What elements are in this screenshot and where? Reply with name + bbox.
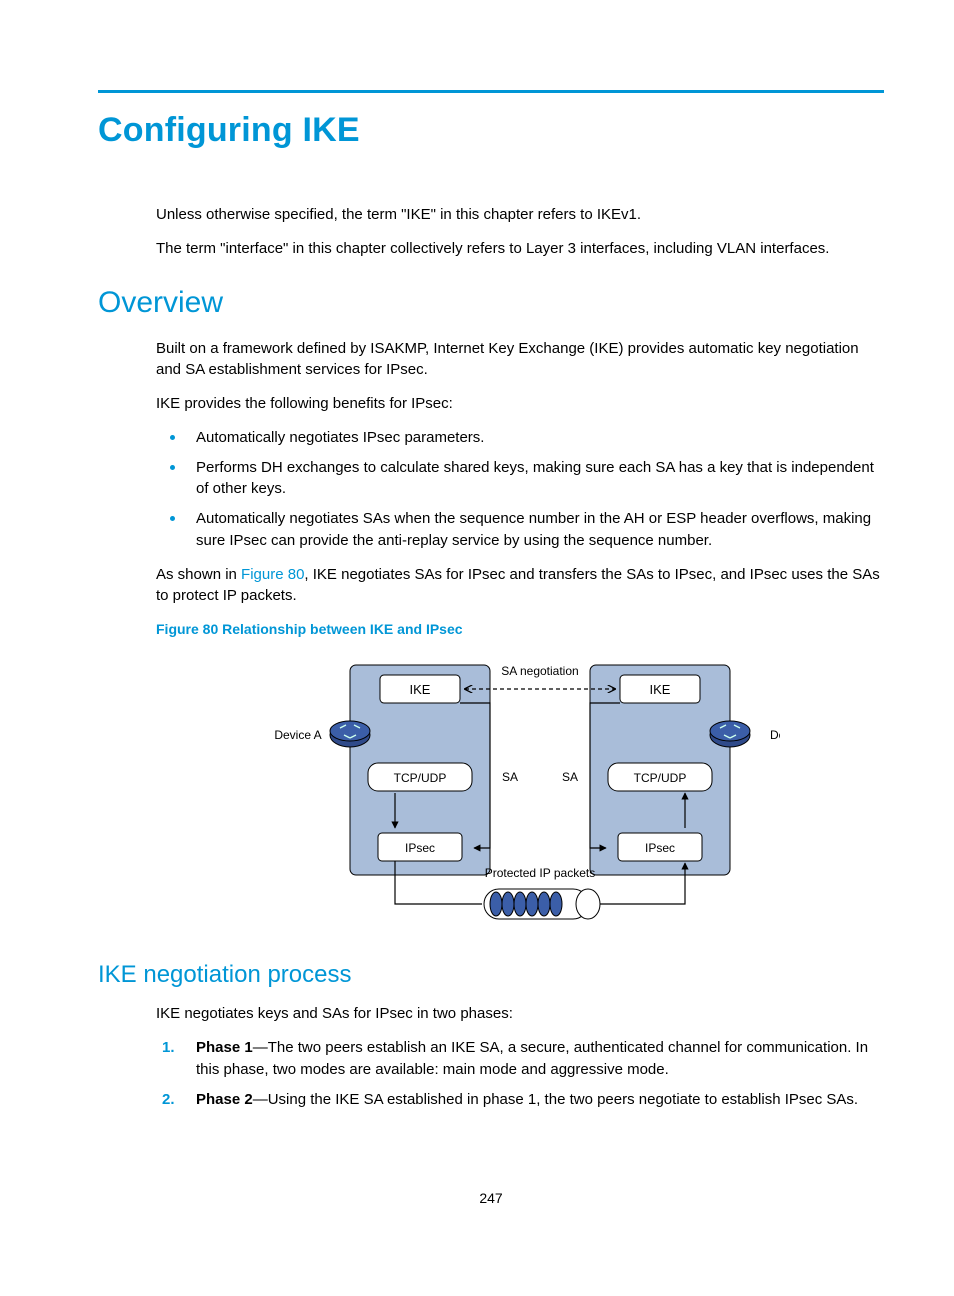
overview-bullet-3: Automatically negotiates SAs when the se… (156, 508, 884, 552)
overview-block: Built on a framework defined by ISAKMP, … (156, 338, 884, 934)
overview-paragraph-3: As shown in Figure 80, IKE negotiates SA… (156, 564, 884, 608)
chapter-title: Configuring IKE (98, 111, 884, 150)
chapter-rule (98, 90, 884, 93)
figure-caption: Figure 80 Relationship between IKE and I… (156, 619, 884, 639)
sa-label-left: SA (502, 770, 518, 784)
overview-bullet-1: Automatically negotiates IPsec parameter… (156, 427, 884, 449)
page-number: 247 (98, 1190, 884, 1206)
device-a-label: Device A (274, 728, 321, 742)
router-icon-right (710, 721, 750, 747)
ipsec-label-right: IPsec (645, 841, 675, 855)
phase-1-label: Phase 1 (196, 1039, 253, 1056)
negotiation-paragraph-1: IKE negotiates keys and SAs for IPsec in… (156, 1003, 884, 1025)
intro-block: Unless otherwise specified, the term "IK… (156, 204, 884, 260)
device-b-label: Device B (770, 728, 780, 742)
overview-heading: Overview (98, 286, 884, 320)
sa-label-right: SA (562, 770, 578, 784)
tcpudp-label-left: TCP/UDP (394, 771, 447, 785)
intro-paragraph-1: Unless otherwise specified, the term "IK… (156, 204, 884, 226)
tcpudp-label-right: TCP/UDP (634, 771, 687, 785)
document-page: Configuring IKE Unless otherwise specifi… (0, 0, 954, 1246)
ipsec-label-left: IPsec (405, 841, 435, 855)
ike-label-right: IKE (650, 682, 671, 697)
router-icon-left (330, 721, 370, 747)
overview-paragraph-1: Built on a framework defined by ISAKMP, … (156, 338, 884, 382)
overview-paragraph-2: IKE provides the following benefits for … (156, 393, 884, 415)
overview-bullet-list: Automatically negotiates IPsec parameter… (156, 427, 884, 552)
negotiation-phase-list: Phase 1—The two peers establish an IKE S… (156, 1037, 884, 1110)
phase-2-label: Phase 2 (196, 1091, 253, 1108)
negotiation-block: IKE negotiates keys and SAs for IPsec in… (156, 1003, 884, 1110)
negotiation-heading: IKE negotiation process (98, 961, 884, 989)
phase-1-text: —The two peers establish an IKE SA, a se… (196, 1039, 868, 1078)
overview-bullet-2: Performs DH exchanges to calculate share… (156, 457, 884, 501)
protected-packets-label: Protected IP packets (485, 866, 596, 880)
figure-80-diagram: IKE IKE SA negotiation Device A (156, 653, 884, 933)
phase-1-item: Phase 1—The two peers establish an IKE S… (156, 1037, 884, 1081)
figure-reference-link[interactable]: Figure 80 (241, 566, 304, 583)
phase-2-text: —Using the IKE SA established in phase 1… (253, 1091, 858, 1108)
tunnel-icon (484, 889, 600, 919)
phase-2-item: Phase 2—Using the IKE SA established in … (156, 1089, 884, 1111)
intro-paragraph-2: The term "interface" in this chapter col… (156, 238, 884, 260)
ike-label-left: IKE (410, 682, 431, 697)
overview-p3-pre: As shown in (156, 566, 241, 583)
sa-negotiation-label: SA negotiation (501, 664, 578, 678)
ike-ipsec-diagram-svg: IKE IKE SA negotiation Device A (260, 653, 780, 933)
